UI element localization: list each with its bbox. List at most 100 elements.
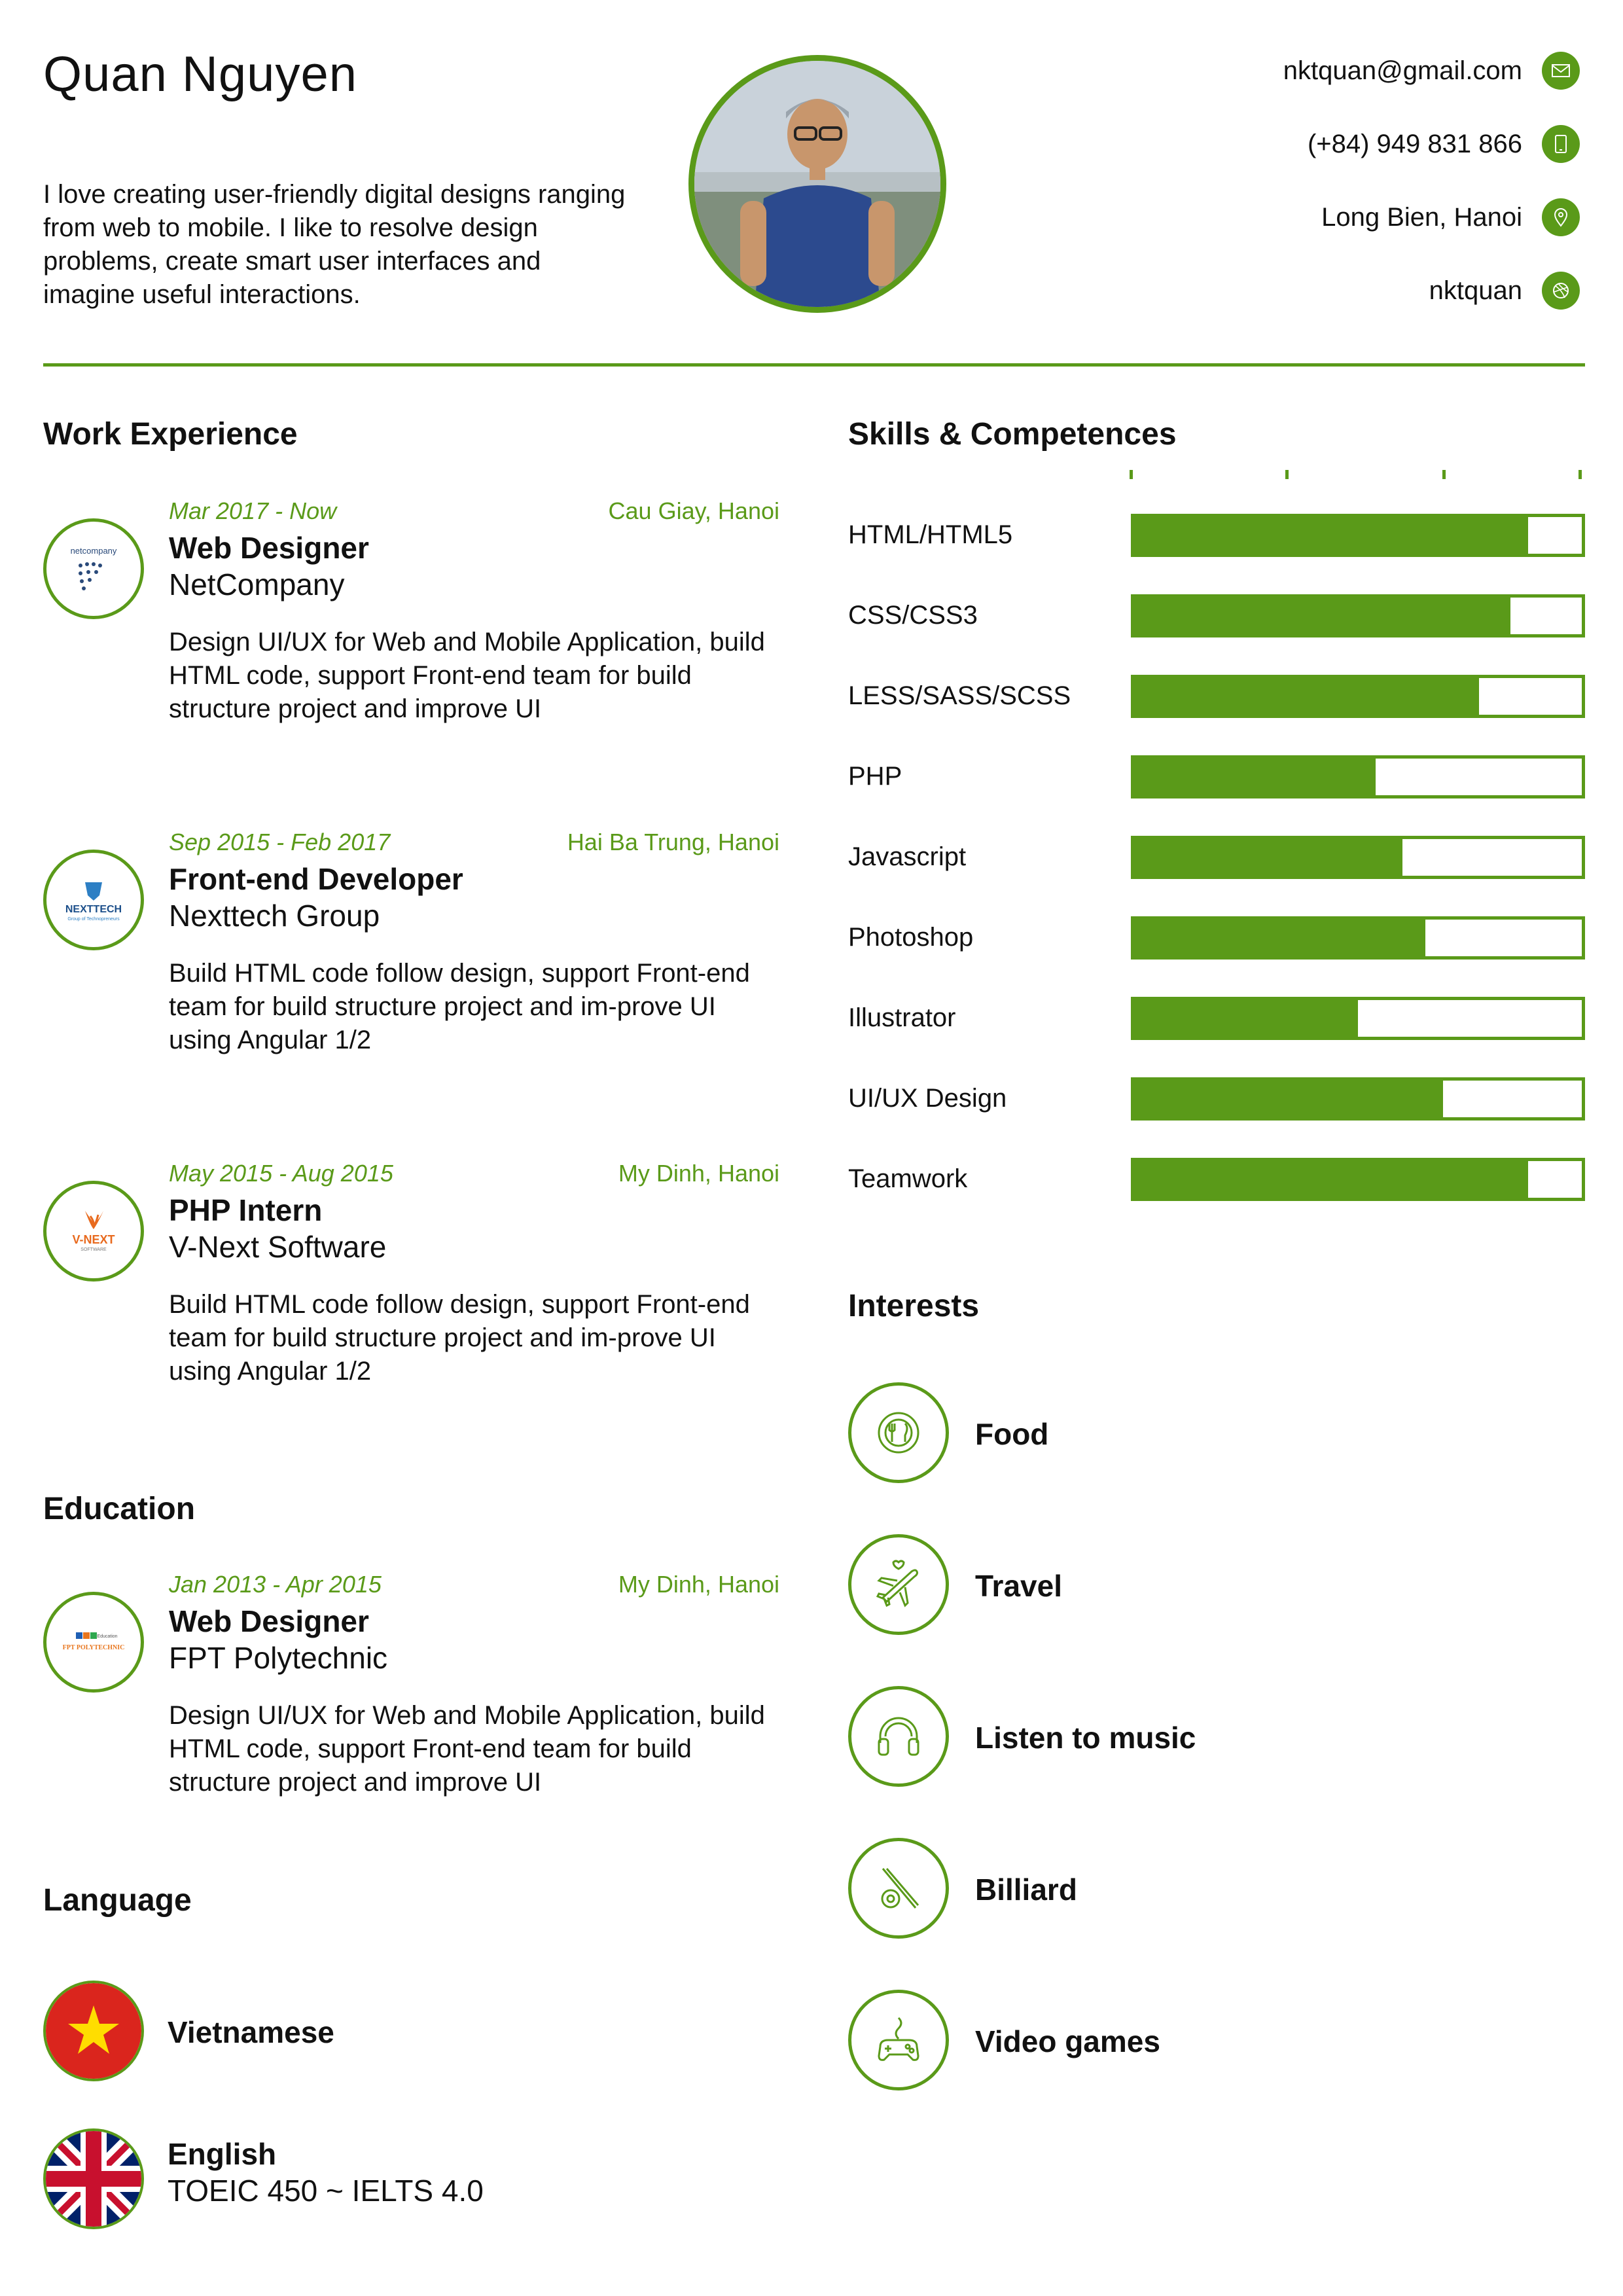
netcompany-logo: netcompany (43, 518, 144, 619)
skill-name: LESS/SASS/SCSS (848, 681, 1071, 710)
svg-text:SOFTWARE: SOFTWARE (80, 1247, 107, 1252)
language-item: Vietnamese (43, 1981, 698, 2081)
location-pin-icon (1542, 198, 1580, 236)
skill-row: HTML/HTML5 (848, 514, 1585, 557)
skills-heading: Skills & Competences (848, 417, 1177, 452)
skill-row: Javascript (848, 836, 1585, 879)
skill-row: Teamwork (848, 1158, 1585, 1201)
skill-row: Photoshop (848, 916, 1585, 960)
skill-bar (1131, 675, 1585, 718)
uk-flag-icon (43, 2128, 144, 2229)
skill-name: Teamwork (848, 1164, 968, 1193)
headphones-icon (848, 1686, 949, 1787)
skill-bar (1131, 1077, 1585, 1121)
education-school: FPT Polytechnic (169, 1641, 388, 1675)
interest-label: Food (975, 1417, 1049, 1451)
interest-label: Billiard (975, 1873, 1077, 1907)
language-heading: Language (43, 1883, 192, 1918)
skill-bar-fill (1134, 517, 1528, 554)
skill-name: Illustrator (848, 1003, 956, 1032)
education-heading: Education (43, 1492, 196, 1526)
interests-heading: Interests (848, 1289, 980, 1323)
skill-bar-fill (1134, 678, 1479, 715)
contact-email-text: nktquan@gmail.com (1283, 56, 1522, 85)
skill-scale-tick (1130, 470, 1133, 479)
education-date: Jan 2013 - Apr 2015 (169, 1571, 382, 1598)
language-item: English TOEIC 450 ~ IELTS 4.0 (43, 2128, 698, 2229)
food-plate-icon (848, 1382, 949, 1483)
interest-item: Video games (848, 1990, 1372, 2090)
skill-name: UI/UX Design (848, 1084, 1007, 1113)
skill-name: Photoshop (848, 923, 974, 952)
skill-name: PHP (848, 762, 902, 791)
job-title: Web Designer (169, 531, 369, 565)
interest-label: Listen to music (975, 1721, 1196, 1755)
job-company: Nexttech Group (169, 899, 380, 933)
svg-text:FPT POLYTECHNIC: FPT POLYTECHNIC (63, 1644, 125, 1651)
job-date: May 2015 - Aug 2015 (169, 1160, 393, 1187)
skill-bar (1131, 997, 1585, 1040)
svg-text:netcompany: netcompany (71, 546, 117, 556)
resume-name: Quan Nguyen (43, 46, 357, 102)
skill-name: Javascript (848, 842, 967, 871)
svg-text:V-NEXT: V-NEXT (72, 1233, 115, 1246)
contact-location: Long Bien, Hanoi (1056, 198, 1580, 237)
skill-bar (1131, 755, 1585, 798)
mail-icon (1542, 52, 1580, 90)
job-title: Front-end Developer (169, 862, 463, 896)
skill-row: CSS/CSS3 (848, 594, 1585, 637)
contact-dribbble[interactable]: nktquan (1056, 271, 1580, 310)
profile-photo-image (694, 61, 940, 307)
education-entry: Education FPT POLYTECHNIC Jan 2013 - Apr… (43, 1571, 779, 1820)
skill-bar-fill (1134, 839, 1403, 876)
interest-label: Video games (975, 2024, 1160, 2058)
skill-row: Illustrator (848, 997, 1585, 1040)
job-description: Build HTML code follow design, support F… (169, 1290, 750, 1386)
gamepad-icon (848, 1990, 949, 2090)
billiard-cue-icon (848, 1838, 949, 1939)
skill-bar-fill (1134, 598, 1510, 634)
dribbble-icon (1542, 272, 1580, 310)
skill-name: HTML/HTML5 (848, 520, 1013, 549)
intro-text: I love creating user-friendly digital de… (43, 180, 626, 309)
skill-name: CSS/CSS3 (848, 601, 978, 630)
education-title: Web Designer (169, 1604, 369, 1638)
job-entry: NEXTTECH Group of Technopreneurs Sep 201… (43, 829, 779, 1077)
skill-scale-tick (1578, 470, 1582, 479)
skill-scale-tick (1285, 470, 1289, 479)
job-location: Cau Giay, Hanoi (608, 497, 779, 524)
interest-item: Food (848, 1382, 1372, 1483)
work-experience-heading: Work Experience (43, 417, 298, 452)
job-entry: netcompany Mar 2017 - Now Cau Giay, Hano… (43, 497, 779, 746)
svg-text:NEXTTECH: NEXTTECH (65, 904, 122, 915)
skill-bar-fill (1134, 1161, 1528, 1198)
skill-bar (1131, 916, 1585, 960)
skill-row: PHP (848, 755, 1585, 798)
job-entry: V-NEXT SOFTWARE May 2015 - Aug 2015 My D… (43, 1160, 779, 1408)
contact-phone-text: (+84) 949 831 866 (1307, 129, 1522, 158)
skill-bar (1131, 514, 1585, 557)
job-location: My Dinh, Hanoi (618, 1160, 779, 1187)
interest-item: Billiard (848, 1838, 1372, 1939)
vnext-logo: V-NEXT SOFTWARE (43, 1181, 144, 1282)
skill-row: UI/UX Design (848, 1077, 1585, 1121)
interest-item: Listen to music (848, 1686, 1372, 1787)
skill-bar (1131, 1158, 1585, 1201)
job-description: Build HTML code follow design, support F… (169, 959, 750, 1054)
vietnam-flag-icon (43, 1981, 144, 2081)
skill-row: LESS/SASS/SCSS (848, 675, 1585, 718)
job-date: Sep 2015 - Feb 2017 (169, 829, 391, 855)
svg-text:Group of Technopreneurs: Group of Technopreneurs (67, 917, 120, 922)
education-location: My Dinh, Hanoi (618, 1571, 779, 1598)
skill-bar (1131, 594, 1585, 637)
language-name: Vietnamese (168, 2015, 334, 2049)
skill-bar-fill (1134, 1000, 1358, 1037)
skill-bar-fill (1134, 920, 1425, 956)
skill-bar-fill (1134, 759, 1376, 795)
svg-text:Education: Education (97, 1634, 117, 1639)
contact-email[interactable]: nktquan@gmail.com (1056, 51, 1580, 90)
interest-label: Travel (975, 1569, 1062, 1603)
contact-phone[interactable]: (+84) 949 831 866 (1056, 124, 1580, 164)
nexttech-logo: NEXTTECH Group of Technopreneurs (43, 850, 144, 950)
skill-bar (1131, 836, 1585, 879)
